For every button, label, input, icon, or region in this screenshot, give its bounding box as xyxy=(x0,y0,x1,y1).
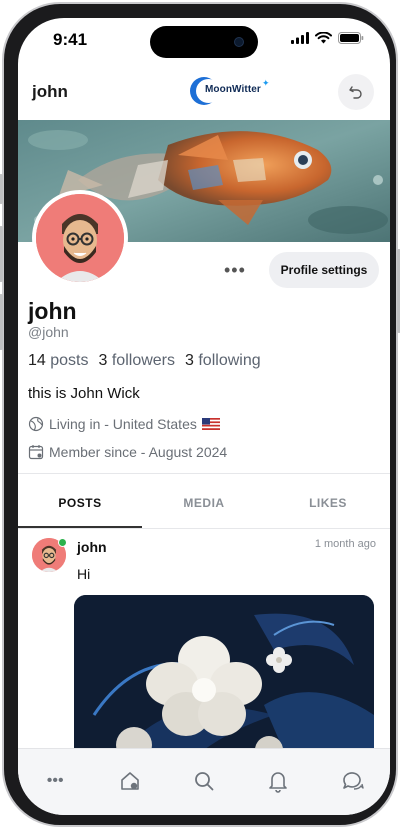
followers-count: 3 xyxy=(98,352,108,369)
camera-icon xyxy=(234,37,244,47)
nav-home[interactable] xyxy=(110,767,150,795)
following-count: 3 xyxy=(185,352,194,369)
profile-settings-button[interactable]: Profile settings xyxy=(269,252,379,288)
search-icon xyxy=(195,772,214,791)
nav-search[interactable] xyxy=(184,767,224,795)
more-icon: ••• xyxy=(46,772,64,789)
posts-stat[interactable]: 14 posts xyxy=(28,352,89,370)
back-button[interactable] xyxy=(338,74,374,110)
status-bar: 9:41 xyxy=(18,18,390,64)
profile-handle: @john xyxy=(28,324,69,340)
posts-count: 14 xyxy=(28,352,46,369)
member-since-row: Member since - August 2024 xyxy=(28,444,227,460)
profile-stats: 14 posts 3 followers 3 following xyxy=(28,352,261,370)
chat-icon xyxy=(342,772,364,790)
tab-posts[interactable]: POSTS xyxy=(18,486,142,528)
nav-messages[interactable] xyxy=(333,767,373,795)
globe-icon xyxy=(28,416,44,432)
post-author[interactable]: john xyxy=(77,539,107,555)
post-text: Hi xyxy=(77,566,91,582)
profile-tabs: POSTS MEDIA LIKES xyxy=(18,486,390,528)
divider xyxy=(18,473,390,474)
wifi-icon xyxy=(315,32,332,44)
post-timestamp: 1 month ago xyxy=(314,538,376,550)
app-logo[interactable]: MoonWitter ✦ xyxy=(190,75,272,109)
signal-icon xyxy=(291,32,309,44)
phone-frame: 9:41 john MoonWitter ✦ ••• Profile setti… xyxy=(0,2,400,827)
online-status-icon xyxy=(58,538,67,547)
status-time: 9:41 xyxy=(53,30,88,49)
nav-more[interactable]: ••• xyxy=(35,767,75,795)
bell-icon xyxy=(269,772,288,793)
profile-more-button[interactable]: ••• xyxy=(224,260,246,281)
location-text: Living in - United States xyxy=(49,416,197,432)
profile-name: john xyxy=(28,298,77,324)
volume-down-button xyxy=(0,294,3,350)
nav-notifications[interactable] xyxy=(258,767,298,795)
logo-text: MoonWitter xyxy=(205,84,261,95)
status-icons xyxy=(291,32,364,44)
post-avatar[interactable] xyxy=(32,538,67,572)
header-username: john xyxy=(32,82,68,101)
followers-label: followers xyxy=(111,352,175,369)
battery-icon xyxy=(338,32,364,44)
screen: 9:41 john MoonWitter ✦ ••• Profile setti… xyxy=(18,18,390,815)
memoji-avatar-icon xyxy=(36,194,124,282)
calendar-icon xyxy=(28,445,44,460)
following-stat[interactable]: 3 following xyxy=(185,352,261,370)
member-since-text: Member since - August 2024 xyxy=(49,444,228,460)
divider xyxy=(18,528,390,529)
tab-likes[interactable]: LIKES xyxy=(266,486,390,528)
us-flag-icon xyxy=(201,418,220,430)
volume-up-button xyxy=(0,226,3,282)
bottom-nav: ••• xyxy=(18,748,390,815)
mute-switch xyxy=(0,174,3,204)
tab-media[interactable]: MEDIA xyxy=(142,486,266,528)
following-label: following xyxy=(198,352,261,369)
profile-bio: this is John Wick xyxy=(28,385,140,402)
dynamic-island xyxy=(150,26,258,58)
location-row: Living in - United States xyxy=(28,416,220,432)
app-header: john MoonWitter ✦ xyxy=(18,70,390,120)
followers-stat[interactable]: 3 followers xyxy=(99,352,176,370)
profile-avatar[interactable] xyxy=(32,190,128,286)
bird-logo-icon: ✦ xyxy=(262,78,270,88)
undo-icon xyxy=(349,86,362,99)
posts-label: posts xyxy=(50,352,89,369)
home-icon xyxy=(120,772,139,790)
